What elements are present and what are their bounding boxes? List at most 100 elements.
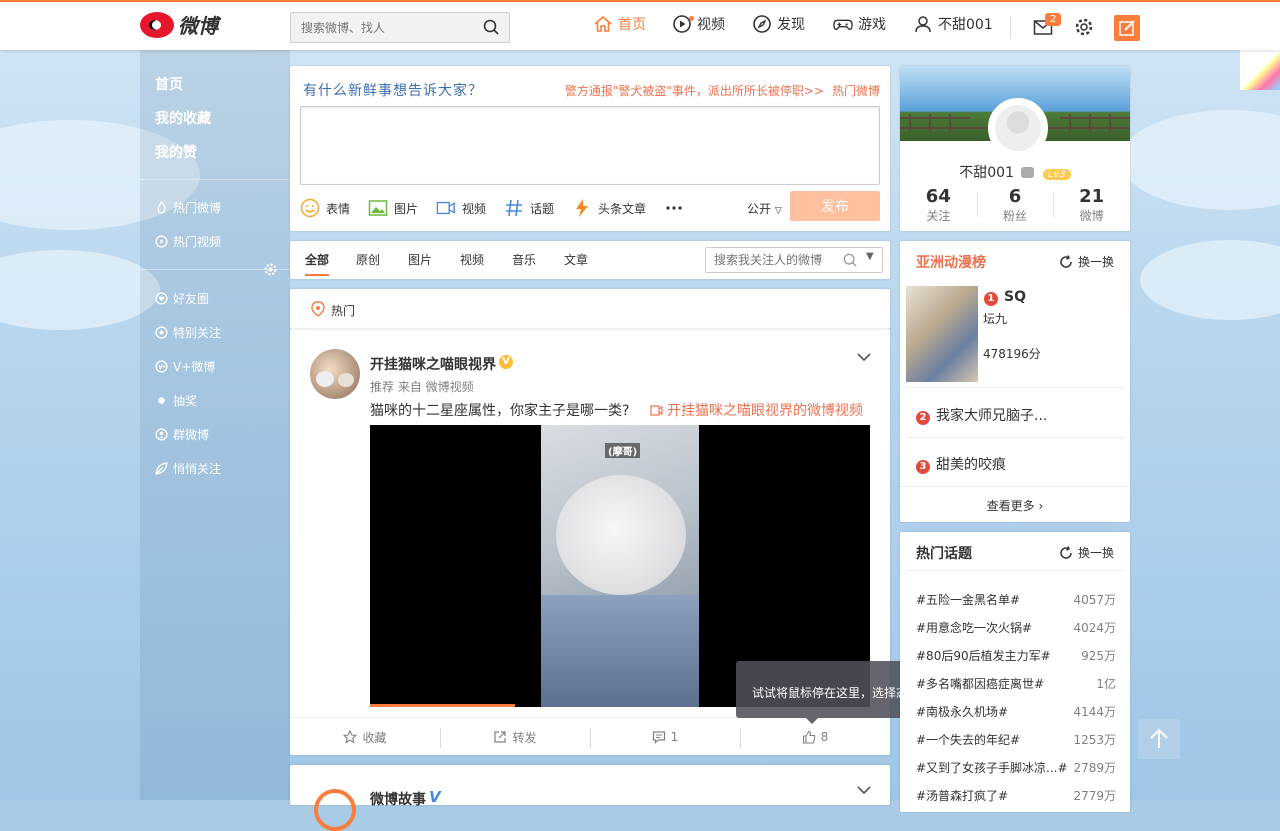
nav-discover[interactable]: 发现 (752, 14, 805, 34)
sidebar-item-lottery[interactable]: 抽奖 (155, 392, 197, 409)
message-badge: 2 (1045, 13, 1062, 26)
stat-label: 关注 (926, 209, 951, 223)
stat-posts[interactable]: 21 微博 (1053, 186, 1130, 224)
cat-sweater (541, 595, 699, 707)
list-divider (906, 570, 1124, 571)
nav-profile[interactable]: 不甜001 (913, 14, 993, 34)
topic-item[interactable]: #又到了女孩子手脚冰凉...# 2789万 (916, 759, 1116, 776)
topic-item[interactable]: #汤普森打疯了# 2779万 (916, 787, 1116, 804)
topic-item[interactable]: #五险一金黑名单# 4057万 (916, 591, 1116, 608)
tab-original[interactable]: 原创 (356, 251, 380, 268)
rank-item-1[interactable]: 1 SQ (984, 289, 1026, 306)
skin-corner-icon[interactable] (1240, 50, 1280, 90)
comment-button[interactable]: 1 (590, 718, 740, 756)
cloud-decoration (1140, 240, 1280, 320)
image-button[interactable]: 图片 (368, 198, 418, 218)
post-username[interactable]: 开挂猫咪之喵眼视界 (370, 354, 496, 374)
tab-videos[interactable]: 视频 (460, 251, 484, 268)
weibo-logo[interactable]: 微博 (140, 10, 218, 39)
topic-item[interactable]: #南极永久机场# 4144万 (916, 703, 1116, 720)
nav-home-label: 首页 (618, 17, 646, 33)
lightning-icon (576, 199, 589, 217)
hot-news-link[interactable]: 警方通报"警犬被盗"事件，派出所所长被停职>> (565, 84, 824, 98)
video-caption: (摩哥) (605, 443, 641, 458)
ranking-title[interactable]: 亚洲动漫榜 (916, 252, 986, 272)
post-video-link[interactable]: 开挂猫咪之喵眼视界的微博视频 (650, 400, 863, 420)
hot-weibo-link[interactable]: 热门微博 (832, 84, 880, 98)
back-to-top-button[interactable] (1138, 719, 1180, 759)
sidebar-item-special[interactable]: 特别关注 (155, 324, 221, 341)
post-meta: 推荐 来自 微博视频 (370, 380, 474, 394)
publisher-textarea[interactable] (300, 106, 880, 185)
sidebar-item-label: V+微博 (173, 360, 216, 374)
compose-button[interactable] (1114, 15, 1140, 41)
sidebar-item-hot-video[interactable]: 热门视频 (155, 233, 221, 250)
cat-figure (316, 371, 334, 387)
search-icon[interactable] (843, 253, 857, 267)
sidebar-item-secret[interactable]: 悄悄关注 (155, 460, 221, 477)
rank-item-3[interactable]: 3 甜美的咬痕 (916, 454, 1006, 474)
stat-following[interactable]: 64 关注 (900, 186, 977, 224)
sidebar-item-friends[interactable]: 好友圈 (155, 290, 209, 307)
search-input[interactable] (291, 13, 471, 42)
nav-video[interactable]: 视频 (672, 14, 725, 34)
sidebar-item-favorites[interactable]: 我的收藏 (155, 108, 211, 128)
article-button[interactable]: 头条文章 (572, 198, 646, 218)
sidebar-item-hot-weibo[interactable]: 热门微博 (155, 199, 221, 216)
rank-item-2[interactable]: 2 我家大师兄脑子... (916, 405, 1047, 425)
repost-button[interactable]: 转发 (440, 718, 590, 756)
topic-item[interactable]: #一个失去的年纪# 1253万 (916, 731, 1116, 748)
nav-home[interactable]: 首页 (593, 14, 646, 34)
gear-icon[interactable] (264, 263, 277, 276)
avatar[interactable] (314, 789, 356, 831)
article-label: 头条文章 (598, 201, 647, 216)
stat-value: 64 (925, 186, 951, 207)
settings-gear-icon[interactable] (1074, 17, 1094, 37)
rank-author: 坛九 (983, 312, 1008, 326)
arrow-up-icon (1150, 728, 1168, 748)
avatar[interactable] (310, 349, 360, 399)
favorite-button[interactable]: 收藏 (290, 718, 440, 756)
post-username[interactable]: 微博故事 (370, 789, 426, 809)
rank-title: 我家大师兄脑子... (936, 408, 1048, 424)
filter-dropdown-icon[interactable]: ▼ (866, 251, 874, 262)
profile-card: 不甜001 Lv3 64 关注 6 粉丝 21 微博 (900, 66, 1130, 231)
stat-followers[interactable]: 6 粉丝 (976, 186, 1054, 224)
cat-figure (338, 373, 354, 387)
more-tools-button[interactable] (664, 198, 684, 218)
refresh-button[interactable]: 换一换 (1059, 253, 1114, 270)
topic-item[interactable]: #80后90后植发主力军# 925万 (916, 647, 1116, 664)
emoji-button[interactable]: 表情 (300, 198, 350, 218)
sidebar-item-home[interactable]: 首页 (155, 74, 183, 94)
video-button[interactable]: 视频 (436, 198, 486, 218)
profile-avatar[interactable] (988, 98, 1048, 158)
search-icon[interactable] (483, 19, 499, 35)
post-text: 猫咪的十二星座属性，你家主子是哪一类? (370, 403, 630, 419)
ranking-cover-image[interactable] (906, 286, 978, 382)
star-icon (343, 730, 358, 744)
sidebar-item-group[interactable]: 群微博 (155, 426, 209, 443)
topic-item[interactable]: #多名嘴都因癌症离世# 1亿 (916, 675, 1116, 692)
visibility-select[interactable]: 公开 ▽ (747, 200, 782, 217)
see-more-link[interactable]: 查看更多 › (900, 486, 1130, 514)
compass-icon (753, 15, 771, 33)
chevron-down-icon[interactable] (857, 785, 871, 795)
tab-images[interactable]: 图片 (408, 251, 432, 268)
nav-games[interactable]: 游戏 (833, 14, 886, 34)
refresh-button[interactable]: 换一换 (1059, 544, 1114, 561)
topic-count: 4144万 (1073, 705, 1116, 719)
level-badge[interactable]: Lv3 (1042, 169, 1071, 180)
topic-item[interactable]: #用意念吃一次火锅# 4024万 (916, 619, 1116, 636)
video-progress[interactable] (370, 704, 515, 707)
tab-articles[interactable]: 文章 (564, 251, 588, 268)
sidebar-item-likes[interactable]: 我的赞 (155, 142, 197, 162)
publish-button[interactable]: 发布 (790, 191, 880, 221)
tab-music[interactable]: 音乐 (512, 251, 536, 268)
topic-button[interactable]: 话题 (504, 198, 554, 218)
tab-all[interactable]: 全部 (305, 251, 330, 276)
feed-search-input[interactable] (706, 248, 836, 272)
like-count: 8 (820, 730, 829, 744)
profile-name[interactable]: 不甜001 (959, 165, 1014, 181)
sidebar-item-vplus[interactable]: V+微博 (155, 358, 215, 375)
chevron-down-icon[interactable] (857, 352, 871, 362)
